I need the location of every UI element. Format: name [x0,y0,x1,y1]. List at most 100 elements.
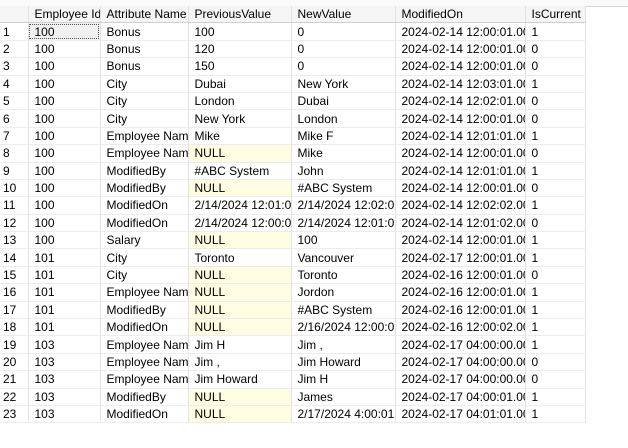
is-current-cell[interactable]: 0 [525,40,586,59]
row-number-cell[interactable]: 17 [0,301,29,320]
is-current-cell[interactable]: 1 [525,127,586,146]
previous-value-cell[interactable]: Mike [188,127,292,146]
employee-id-cell[interactable]: 100 [28,40,101,59]
column-header-new-value[interactable]: NewValue [291,6,396,24]
attribute-name-cell[interactable]: Bonus [100,22,189,41]
employee-id-cell[interactable]: 103 [28,370,101,389]
row-number-cell[interactable]: 8 [0,144,29,163]
employee-id-cell[interactable]: 100 [28,179,101,198]
employee-id-cell[interactable]: 100 [28,75,101,93]
table-row[interactable]: 17 101 ModifiedBy NULL #ABC System 2024-02-16… [0,301,586,320]
row-number-cell[interactable]: 12 [0,214,29,233]
attribute-name-cell[interactable]: Employee Name [100,335,189,354]
attribute-name-cell[interactable]: Employee Name [100,370,189,389]
employee-id-cell[interactable]: 100 [28,109,101,128]
new-value-cell[interactable]: James [291,388,396,406]
modified-on-cell[interactable]: 2024-02-16 12:00:01.000 [395,301,526,320]
employee-id-cell[interactable]: 103 [28,405,101,424]
employee-id-cell[interactable]: 100 [28,22,101,41]
table-row[interactable]: 2 100 Bonus 120 0 2024-02-14 12:00:01.000 0 [0,40,586,59]
new-value-cell[interactable]: 2/16/2024 12:00:01 [291,318,396,337]
is-current-cell[interactable]: 1 [525,248,586,267]
attribute-name-cell[interactable]: ModifiedOn [100,318,189,337]
attribute-name-cell[interactable]: Bonus [100,57,189,76]
table-row[interactable]: 21 103 Employee Name Jim Howard Jim H 2024-02… [0,370,586,389]
attribute-name-cell[interactable]: ModifiedBy [100,301,189,320]
attribute-name-cell[interactable]: ModifiedBy [100,179,189,198]
employee-id-cell[interactable]: 101 [28,266,101,285]
is-current-cell[interactable]: 1 [525,301,586,320]
new-value-cell[interactable]: Mike [291,144,396,163]
attribute-name-cell[interactable]: ModifiedOn [100,196,189,215]
row-number-cell[interactable]: 14 [0,248,29,267]
new-value-cell[interactable]: 0 [291,22,396,41]
is-current-cell[interactable]: 1 [525,75,586,93]
attribute-name-cell[interactable]: City [100,92,189,111]
new-value-cell[interactable]: Toronto [291,266,396,285]
attribute-name-cell[interactable]: Employee Name [100,144,189,163]
previous-value-cell[interactable]: NULL [188,144,292,163]
previous-value-cell[interactable]: 2/14/2024 12:01:01 [188,196,292,215]
previous-value-cell[interactable]: NULL [188,388,292,406]
previous-value-cell[interactable]: Dubai [188,75,292,93]
table-row[interactable]: 22 103 ModifiedBy NULL James 2024-02-17 04:00… [0,388,586,406]
employee-id-cell[interactable]: 101 [28,283,101,302]
is-current-cell[interactable]: 0 [525,109,586,128]
row-number-cell[interactable]: 6 [0,109,29,128]
attribute-name-cell[interactable]: ModifiedBy [100,162,189,180]
modified-on-cell[interactable]: 2024-02-14 12:00:01.000 [395,109,526,128]
previous-value-cell[interactable]: #ABC System [188,162,292,180]
column-header-previous-value[interactable]: PreviousValue [188,6,292,24]
is-current-cell[interactable]: 0 [525,214,586,233]
employee-id-cell[interactable]: 100 [28,144,101,163]
previous-value-cell[interactable]: 120 [188,40,292,59]
new-value-cell[interactable]: 0 [291,40,396,59]
row-number-cell[interactable]: 5 [0,92,29,111]
table-row[interactable]: 15 101 City NULL Toronto 2024-02-16 12:00:01.… [0,266,586,285]
new-value-cell[interactable]: 2/14/2024 12:01:01 [291,214,396,233]
row-number-cell[interactable]: 7 [0,127,29,146]
previous-value-cell[interactable]: Jim Howard [188,370,292,389]
table-row[interactable]: 1 100 Bonus 100 0 2024-02-14 12:00:01.000 1 [0,22,586,41]
is-current-cell[interactable]: 1 [525,388,586,406]
attribute-name-cell[interactable]: Employee Name [100,127,189,146]
row-number-cell[interactable]: 23 [0,405,29,424]
table-row[interactable]: 11 100 ModifiedOn 2/14/2024 12:01:01 2/14/20… [0,196,586,215]
is-current-cell[interactable]: 0 [525,144,586,163]
table-row[interactable]: 12 100 ModifiedOn 2/14/2024 12:00:01 2/14/20… [0,214,586,233]
previous-value-cell[interactable]: NULL [188,405,292,424]
modified-on-cell[interactable]: 2024-02-16 12:00:02.000 [395,318,526,337]
is-current-cell[interactable]: 1 [525,196,586,215]
employee-id-cell[interactable]: 101 [28,301,101,320]
modified-on-cell[interactable]: 2024-02-17 04:00:00.000 [395,370,526,389]
modified-on-cell[interactable]: 2024-02-14 12:00:01.000 [395,22,526,41]
employee-id-cell[interactable]: 100 [28,231,101,250]
employee-id-cell[interactable]: 100 [28,214,101,233]
attribute-name-cell[interactable]: City [100,109,189,128]
is-current-cell[interactable]: 0 [525,57,586,76]
attribute-name-cell[interactable]: Employee Name [100,283,189,302]
employee-id-cell[interactable]: 103 [28,388,101,406]
is-current-cell[interactable]: 1 [525,231,586,250]
modified-on-cell[interactable]: 2024-02-14 12:00:01.000 [395,179,526,198]
previous-value-cell[interactable]: NULL [188,179,292,198]
previous-value-cell[interactable]: 150 [188,57,292,76]
new-value-cell[interactable]: 2/17/2024 4:00:01 [291,405,396,424]
column-header-attribute-name[interactable]: Attribute Name [100,6,189,24]
new-value-cell[interactable]: London [291,109,396,128]
previous-value-cell[interactable]: NULL [188,318,292,337]
employee-id-cell[interactable]: 100 [28,196,101,215]
table-row[interactable]: 9 100 ModifiedBy #ABC System John 2024-02-14 … [0,162,586,180]
modified-on-cell[interactable]: 2024-02-14 12:02:01.000 [395,92,526,111]
table-row[interactable]: 13 100 Salary NULL 100 2024-02-14 12:00:01.00… [0,231,586,250]
employee-id-cell[interactable]: 100 [28,127,101,146]
attribute-name-cell[interactable]: City [100,248,189,267]
is-current-cell[interactable]: 1 [525,318,586,337]
attribute-name-cell[interactable]: Employee Name [100,353,189,372]
attribute-name-cell[interactable]: ModifiedBy [100,388,189,406]
modified-on-cell[interactable]: 2024-02-14 12:00:01.000 [395,40,526,59]
modified-on-cell[interactable]: 2024-02-16 12:00:01.000 [395,266,526,285]
new-value-cell[interactable]: Jim Howard [291,353,396,372]
new-value-cell[interactable]: 100 [291,231,396,250]
new-value-cell[interactable]: #ABC System [291,301,396,320]
